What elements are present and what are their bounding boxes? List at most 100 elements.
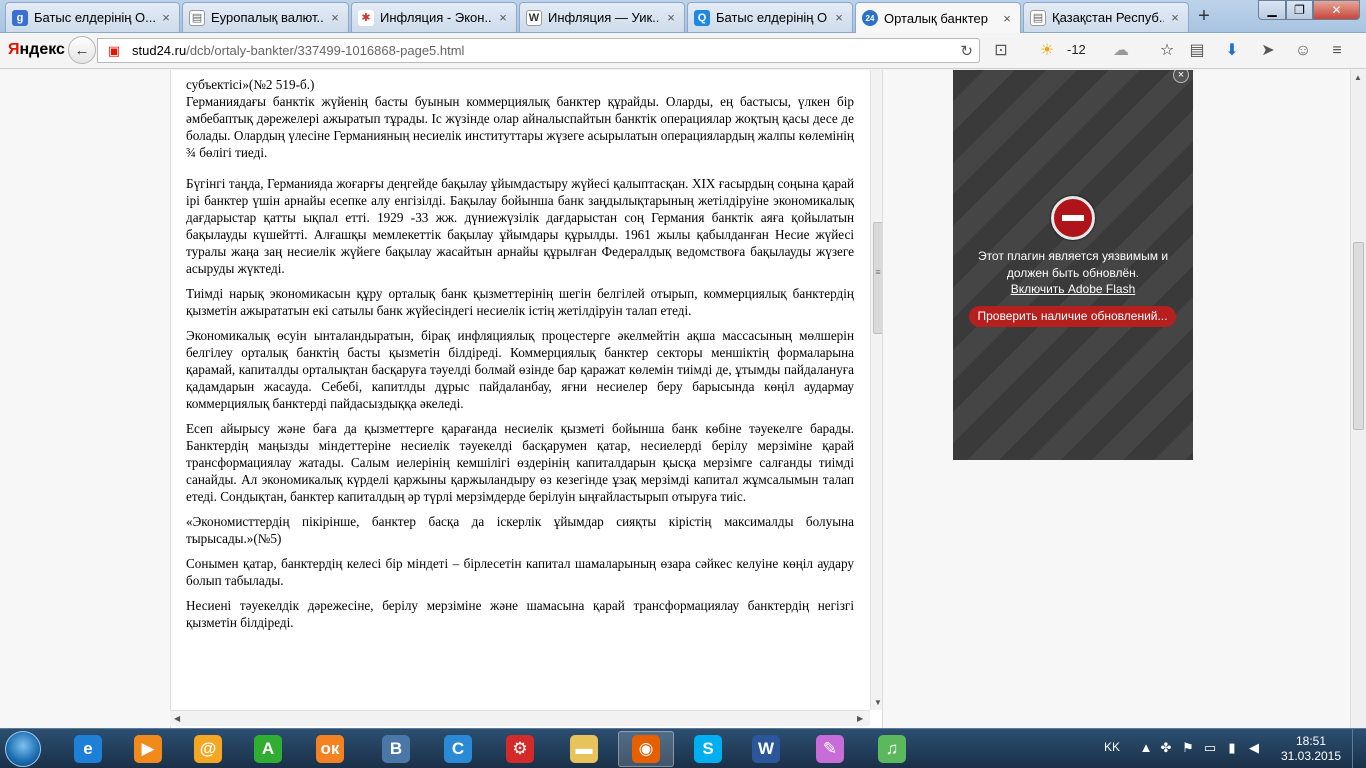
- network-icon[interactable]: ▮: [1224, 740, 1240, 756]
- document-horizontal-scrollbar[interactable]: ◀ ▶: [170, 710, 870, 726]
- reload-icon[interactable]: ↻: [960, 42, 973, 60]
- turbo-icon[interactable]: ⊡: [990, 41, 1012, 61]
- taskbar-app-button[interactable]: ⚙: [492, 731, 548, 767]
- weather-cloud-icon[interactable]: ☁: [1110, 41, 1132, 61]
- weather-sun-icon[interactable]: ☀: [1036, 41, 1058, 61]
- chevron-up-icon[interactable]: ▲: [1138, 740, 1154, 755]
- taskbar-app-button[interactable]: C: [430, 731, 486, 767]
- video-record-icon[interactable]: ▣: [104, 43, 124, 59]
- star-icon[interactable]: ☆: [1156, 41, 1178, 61]
- back-button[interactable]: ←: [68, 36, 96, 64]
- start-button[interactable]: [5, 731, 41, 767]
- send-icon[interactable]: ➤: [1257, 41, 1279, 61]
- close-icon[interactable]: ×: [664, 10, 678, 25]
- google-icon: g: [12, 9, 28, 26]
- close-window-button[interactable]: ✕: [1313, 0, 1360, 20]
- clock-time: 18:51: [1295, 734, 1327, 748]
- bookmarks-icon[interactable]: ▤: [1186, 41, 1208, 61]
- taskbar-app-button[interactable]: W: [738, 731, 794, 767]
- vk-icon: В: [382, 735, 410, 763]
- flag-icon[interactable]: ⚑: [1180, 740, 1196, 756]
- document-paragraph: Несиені тәуекелдік дәрежесіне, берілу ме…: [186, 598, 854, 630]
- download-icon[interactable]: ⬇: [1221, 41, 1243, 61]
- scroll-left-arrow[interactable]: ◀: [174, 714, 180, 723]
- close-icon[interactable]: ×: [1168, 10, 1182, 25]
- display-icon[interactable]: ▭: [1202, 740, 1218, 756]
- settings-tray-icon[interactable]: ✤: [1158, 740, 1174, 756]
- check-updates-button[interactable]: Проверить наличие обновлений...: [969, 306, 1176, 327]
- tab-7-label: Қазақстан Респуб...: [1052, 10, 1164, 25]
- document-icon: ▤: [1030, 9, 1046, 26]
- tab-6-label: Орталық банктер: [884, 10, 988, 26]
- flash-warning-text: Этот плагин является уязвимым и должен б…: [977, 249, 1169, 280]
- close-icon[interactable]: ×: [496, 10, 510, 25]
- taskbar: e ▶ @ Aок В C ⚙ ▬ ◉ S W ✎ ♫ KK ▲ ✤ ⚑ ▭ ▮ ◀ 18:51 31.…: [0, 728, 1366, 768]
- show-desktop-button[interactable]: [1352, 729, 1366, 768]
- close-icon[interactable]: ×: [328, 10, 342, 25]
- blocked-plugin-icon: [1051, 196, 1095, 240]
- tab-4[interactable]: W Инфляция — Уик... ×: [519, 2, 685, 32]
- scroll-up-arrow[interactable]: ▲: [1354, 73, 1362, 82]
- taskbar-app-button[interactable]: @: [180, 731, 236, 767]
- tab-3-label: Инфляция - Экон...: [380, 10, 492, 25]
- close-icon[interactable]: ×: [1000, 11, 1014, 26]
- volume-icon[interactable]: ◀: [1246, 740, 1262, 756]
- tab-1[interactable]: g Батыс елдерінің О... ×: [5, 2, 180, 32]
- taskbar-app-button[interactable]: ✎: [802, 731, 858, 767]
- tab-strip: g Батыс елдерінің О... × ▤ Еуропалық вал…: [0, 0, 1366, 33]
- taskbar-app-button[interactable]: ♫: [864, 731, 920, 767]
- tab-3[interactable]: ✱ Инфляция - Экон... ×: [351, 2, 517, 32]
- tab-2[interactable]: ▤ Еуропалық валют... ×: [182, 2, 349, 32]
- clock-date: 31.03.2015: [1280, 749, 1342, 763]
- yandex-logo[interactable]: Яндекс: [8, 41, 65, 59]
- close-icon[interactable]: ×: [1173, 70, 1189, 83]
- document-paragraph: Германиядағы банктік жүйенің басты буыны…: [186, 94, 854, 160]
- tab-5-label: Батыс елдерінің О...: [716, 10, 828, 25]
- scroll-right-arrow[interactable]: ▶: [857, 714, 863, 723]
- document-scrollbar[interactable]: ▼: [870, 70, 882, 710]
- maximize-button[interactable]: ❐: [1286, 0, 1313, 20]
- tab-6[interactable]: 24 Орталық банктер ×: [855, 2, 1021, 33]
- search-icon: Q: [694, 9, 710, 26]
- enable-flash-link[interactable]: Включить Adobe Flash: [963, 282, 1183, 296]
- taskbar-app-button[interactable]: ок: [302, 731, 358, 767]
- internet-explorer-icon: e: [74, 735, 102, 763]
- smiley-icon[interactable]: ☺: [1292, 41, 1314, 61]
- document-icon: ▤: [189, 9, 205, 26]
- document-scroll-thumb[interactable]: [873, 222, 882, 334]
- address-bar[interactable]: ▣ stud24.ru/dcb/ortaly-bankter/337499-10…: [97, 38, 980, 63]
- page-scroll-thumb[interactable]: [1353, 242, 1364, 430]
- document-paragraph: Сонымен қатар, банктердің келесі бір мін…: [186, 556, 854, 588]
- taskbar-app-button[interactable]: ▬: [556, 731, 612, 767]
- tab-2-label: Еуропалық валют...: [211, 10, 324, 25]
- new-tab-button[interactable]: +: [1192, 5, 1216, 27]
- tab-4-label: Инфляция — Уик...: [548, 10, 660, 25]
- page-scrollbar[interactable]: ▲: [1350, 70, 1366, 728]
- language-indicator[interactable]: KK: [1104, 740, 1120, 754]
- tab-5[interactable]: Q Батыс елдерінің О... ×: [687, 2, 853, 32]
- document-paragraph: Тиімді нарық экономикасын құру орталық б…: [186, 286, 854, 318]
- tab-7[interactable]: ▤ Қазақстан Респуб... ×: [1023, 2, 1189, 32]
- pinwheel-icon: ✱: [358, 9, 374, 26]
- temperature-text: -12: [1067, 42, 1086, 57]
- taskbar-app-button[interactable]: A: [240, 731, 296, 767]
- menu-icon[interactable]: ≡: [1326, 41, 1348, 61]
- close-icon[interactable]: ×: [832, 10, 846, 25]
- word-icon: W: [752, 735, 780, 763]
- close-icon[interactable]: ×: [159, 10, 173, 25]
- taskbar-app-button[interactable]: ▶: [120, 731, 176, 767]
- url-text[interactable]: stud24.ru/dcb/ortaly-bankter/337499-1016…: [132, 43, 464, 58]
- navigation-bar: Яндекс ← ▣ stud24.ru/dcb/ortaly-bankter/…: [0, 33, 1366, 69]
- site-24-icon: 24: [862, 10, 878, 26]
- taskbar-app-button[interactable]: S: [680, 731, 736, 767]
- page-content: субъектісі»(№2 519-б.) Германиядағы банк…: [0, 70, 1350, 728]
- minimize-button[interactable]: ▁: [1258, 0, 1286, 20]
- clock[interactable]: 18:51 31.03.2015: [1280, 734, 1342, 764]
- taskbar-app-button[interactable]: В: [368, 731, 424, 767]
- document-paragraph: Есеп айырысу және баға да қызметтерге қа…: [186, 421, 854, 504]
- scroll-down-arrow[interactable]: ▼: [874, 698, 882, 707]
- taskbar-app-button[interactable]: e: [60, 731, 116, 767]
- taskbar-app-button[interactable]: ◉: [618, 731, 674, 767]
- media-player-icon: ▶: [134, 735, 162, 763]
- music-icon: ♫: [878, 735, 906, 763]
